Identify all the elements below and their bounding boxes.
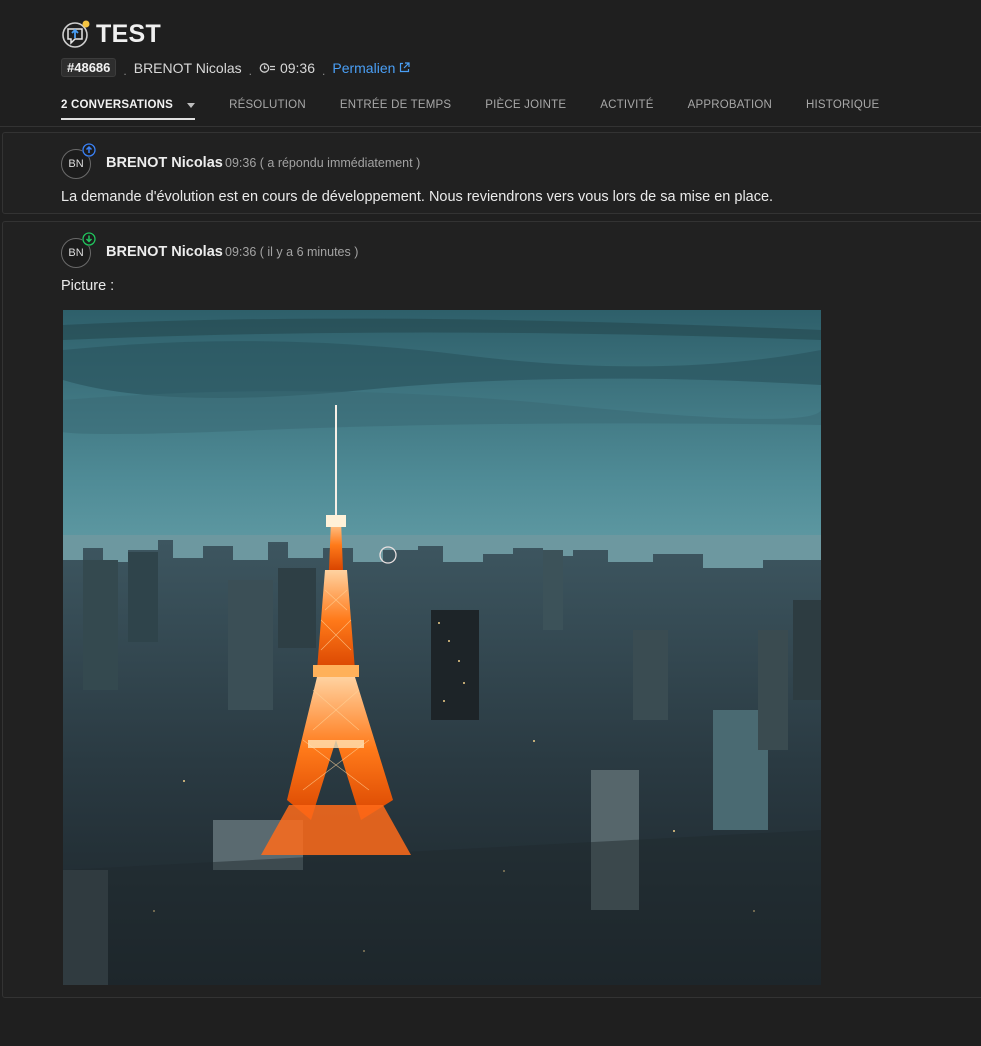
page-title: TEST — [96, 19, 162, 48]
ticket-meta: #48686 . BRENOT Nicolas . 09:36 . Permal… — [61, 58, 410, 78]
created-time: 09:36 — [279, 59, 316, 76]
ticket-tabs: 2 CONVERSATIONS RÉSOLUTION ENTRÉE DE TEM… — [61, 99, 913, 120]
avatar: BN — [61, 232, 96, 268]
author-name: BRENOT Nicolas — [106, 155, 223, 171]
permalink-label: Permalien — [332, 59, 396, 76]
ticket-chat-icon — [61, 18, 91, 50]
tab-time-entry[interactable]: ENTRÉE DE TEMPS — [340, 99, 451, 120]
conversation-card: BN BRENOT Nicolas 09:36 ( il y a 6 minut… — [2, 221, 981, 998]
photo-attachment[interactable] — [63, 310, 821, 985]
title-row: TEST — [61, 18, 161, 50]
avatar: BN — [61, 143, 96, 179]
tab-approval[interactable]: APPROBATION — [688, 99, 772, 120]
tab-conversations[interactable]: 2 CONVERSATIONS — [61, 99, 196, 120]
tab-history[interactable]: HISTORIQUE — [806, 99, 879, 120]
requester-name: BRENOT Nicolas — [133, 59, 242, 76]
tab-attachment[interactable]: PIÈCE JOINTE — [485, 99, 566, 120]
ticket-header: TEST #48686 . BRENOT Nicolas . 09:36 . P… — [0, 0, 981, 127]
message-body: Picture : — [61, 278, 115, 294]
tab-resolution[interactable]: RÉSOLUTION — [229, 99, 306, 120]
chevron-down-icon — [187, 102, 196, 108]
message-body: La demande d'évolution est en cours de d… — [61, 189, 774, 205]
author-name: BRENOT Nicolas — [106, 244, 223, 260]
tab-activity[interactable]: ACTIVITÉ — [600, 99, 653, 120]
ticket-id-badge: #48686 — [61, 58, 117, 77]
reply-badge-icon — [82, 143, 96, 157]
message-time: 09:36 ( il y a 6 minutes ) — [225, 245, 359, 259]
conversation-card: BN BRENOT Nicolas 09:36 ( a répondu immé… — [2, 132, 981, 214]
clock-icon — [259, 62, 277, 74]
external-link-icon — [400, 62, 410, 73]
permalink-link[interactable]: Permalien — [332, 60, 410, 76]
message-time: 09:36 ( a répondu immédiatement ) — [225, 156, 421, 170]
tokyo-tower-photo-icon — [63, 310, 821, 985]
incoming-badge-icon — [82, 232, 96, 246]
